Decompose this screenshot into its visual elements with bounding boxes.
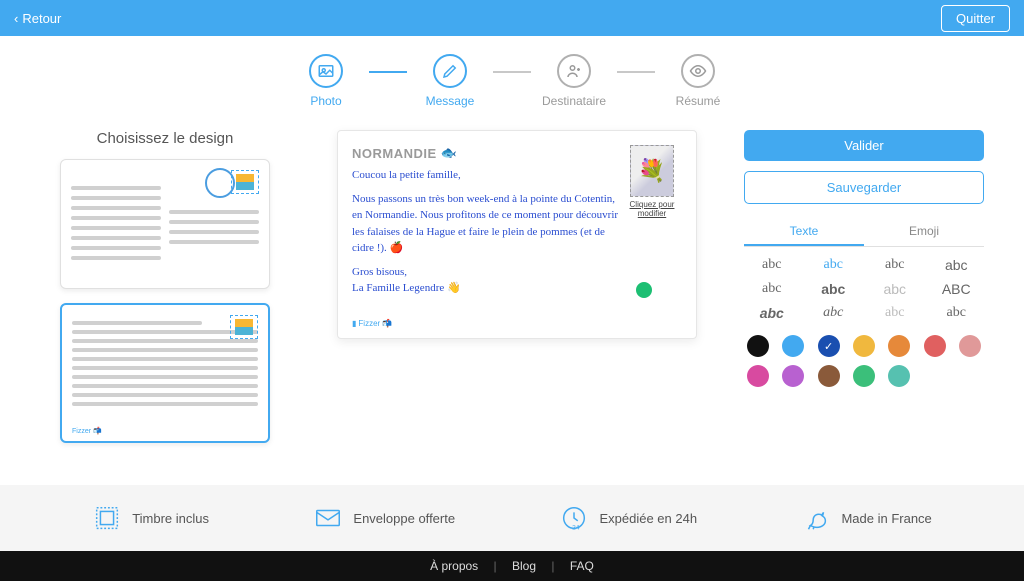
design-title: Choisissez le design [40,130,290,147]
stamp-image[interactable]: 💐 [630,145,674,197]
features-bar: Timbre inclus Enveloppe offerte 24 Expéd… [0,485,1024,551]
step-resume[interactable]: Résumé [655,54,741,108]
pen-icon [441,62,459,80]
feature-france: Made in France [801,503,931,533]
color-option[interactable] [782,365,804,387]
font-option[interactable]: abc [867,281,923,297]
color-option[interactable] [888,335,910,357]
back-button[interactable]: ‹ Retour [14,11,61,26]
postcard-signature: ▮ Fizzer 📬 [352,319,682,328]
rooster-icon [801,503,831,533]
font-option[interactable]: abc [929,257,985,273]
mini-stamp-icon [231,170,259,194]
color-option[interactable] [959,335,981,357]
footer: À propos | Blog | FAQ [0,551,1024,581]
color-option[interactable] [818,365,840,387]
step-destinataire[interactable]: Destinataire [531,54,617,108]
postcard-body[interactable]: Coucou la petite famille, Nous passons u… [352,167,622,297]
font-option[interactable]: ABC [929,281,985,297]
stepper: Photo Message Destinataire Résumé [0,54,1024,108]
design-signature: Fizzer 📬 [72,427,102,435]
font-option[interactable]: abc [744,305,800,321]
step-photo[interactable]: Photo [283,54,369,108]
font-option[interactable]: abc [929,305,985,321]
font-option[interactable]: abc [744,281,800,297]
eye-icon [689,62,707,80]
stamp-edit-link[interactable]: Cliquez pour modifier [622,200,682,218]
quit-button[interactable]: Quitter [941,5,1010,32]
color-grid: ✓ [744,335,984,387]
tab-texte[interactable]: Texte [744,218,864,246]
clock-icon: 24 [559,503,589,533]
color-option[interactable] [747,365,769,387]
back-label: Retour [22,11,61,26]
mini-stamp-icon [230,315,258,339]
font-option[interactable]: abc [806,281,862,297]
feature-shipping: 24 Expédiée en 24h [559,503,697,533]
svg-text:24: 24 [573,524,581,531]
color-option[interactable] [853,365,875,387]
color-option[interactable] [853,335,875,357]
validate-button[interactable]: Valider [744,130,984,161]
feature-stamp: Timbre inclus [92,503,209,533]
footer-faq[interactable]: FAQ [564,559,600,573]
design-option-full[interactable]: Fizzer 📬 [60,303,270,443]
envelope-icon [313,503,343,533]
font-grid: abc abc abc abc abc abc abc ABC abc abc … [744,257,984,321]
photo-icon [317,62,335,80]
font-option[interactable]: abc [806,257,862,273]
footer-blog[interactable]: Blog [506,559,542,573]
user-add-icon [565,62,583,80]
font-option[interactable]: abc [806,305,862,321]
design-option-split[interactable] [60,159,270,289]
save-button[interactable]: Sauvegarder [744,171,984,204]
color-option[interactable] [888,365,910,387]
stamp-icon [92,503,122,533]
step-message[interactable]: Message [407,54,493,108]
footer-about[interactable]: À propos [424,559,484,573]
color-option[interactable] [747,335,769,357]
font-option[interactable]: abc [744,257,800,273]
postcard-preview[interactable]: NORMANDIE 🐟 Coucou la petite famille, No… [337,130,697,339]
font-option[interactable]: abc [867,257,923,273]
color-option[interactable] [924,335,946,357]
feature-envelope: Enveloppe offerte [313,503,455,533]
status-badge-icon [636,282,652,298]
color-option[interactable] [782,335,804,357]
tab-emoji[interactable]: Emoji [864,218,984,246]
color-option[interactable]: ✓ [818,335,840,357]
font-option[interactable]: abc [867,305,923,321]
